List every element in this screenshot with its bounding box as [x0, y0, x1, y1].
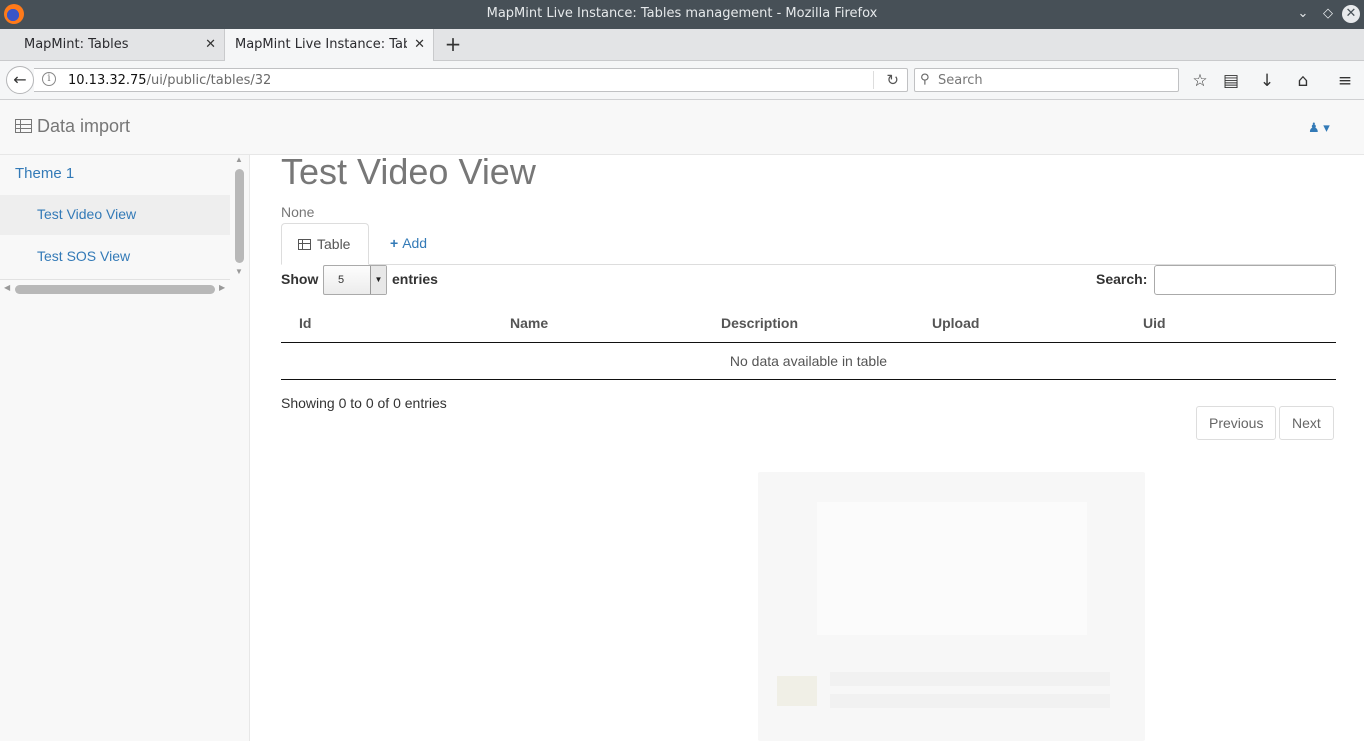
sidebar-theme-link[interactable]: Theme 1	[15, 165, 74, 182]
tab-add[interactable]: + Add	[374, 223, 443, 265]
sidebar-vertical-scrollbar[interactable]: ▲ ▼	[231, 155, 248, 277]
reading-list-icon[interactable]: ▤	[1220, 70, 1242, 92]
chevron-down-icon: ▾	[1323, 120, 1330, 135]
close-tab-icon[interactable]: ✕	[205, 37, 216, 52]
window-title: MapMint Live Instance: Tables management…	[486, 6, 878, 21]
tab-label: MapMint: Tables	[24, 37, 129, 52]
site-info-icon[interactable]: i	[42, 72, 56, 86]
back-button[interactable]: ←	[6, 66, 34, 94]
search-placeholder: Search	[938, 73, 983, 88]
download-icon[interactable]: ↓	[1256, 70, 1278, 92]
empty-table-message: No data available in table	[281, 342, 1336, 380]
url-text: 10.13.32.75/ui/public/tables/32	[68, 73, 272, 88]
scroll-up-icon[interactable]: ▲	[235, 155, 243, 164]
app-header: Data import	[0, 100, 1364, 155]
faded-image	[777, 676, 817, 706]
table-info: Showing 0 to 0 of 0 entries	[281, 395, 447, 411]
entries-per-page-select[interactable]: 5 ▼	[323, 265, 387, 295]
chevron-down-icon[interactable]: ▼	[370, 266, 386, 294]
data-table: Id Name Description Upload Uid No data a…	[281, 305, 1336, 380]
browser-tab-mapmint-tables[interactable]: MapMint: Tables ✕	[0, 29, 224, 61]
table-search-label: Search:	[1096, 271, 1148, 287]
search-icon: ⚲	[920, 72, 930, 87]
user-menu[interactable]: ♟ ▾	[1308, 120, 1338, 136]
brand[interactable]: Data import	[15, 116, 130, 137]
sidebar-item-test-sos-view[interactable]: Test SOS View	[0, 237, 230, 277]
column-header-name[interactable]: Name	[492, 305, 703, 343]
page-title: Test Video View	[281, 151, 536, 192]
minimize-icon[interactable]: ⌄	[1294, 5, 1312, 23]
faded-overlay-card	[758, 472, 1145, 741]
user-icon: ♟	[1308, 120, 1320, 135]
sidebar-horizontal-scrollbar[interactable]: ◀ ▶	[0, 279, 230, 297]
maximize-icon[interactable]: ◇	[1319, 5, 1337, 23]
column-header-id[interactable]: Id	[281, 305, 492, 343]
browser-navbar: i 10.13.32.75/ui/public/tables/32 ↻ ← ⚲ …	[0, 61, 1364, 100]
tab-table[interactable]: Table	[281, 223, 369, 265]
home-icon[interactable]: ⌂	[1292, 70, 1314, 92]
tab-add-label: Add	[402, 235, 428, 251]
browser-tab-tables-management[interactable]: MapMint Live Instance: Tables management…	[224, 29, 434, 62]
tab-label: MapMint Live Instance: Tables management	[235, 37, 407, 52]
brand-label: Data import	[37, 116, 131, 136]
tab-table-label: Table	[317, 236, 351, 252]
scroll-thumb[interactable]	[15, 285, 215, 294]
table-icon	[15, 119, 32, 133]
close-window-icon[interactable]: ✕	[1342, 5, 1360, 23]
window-titlebar: MapMint Live Instance: Tables management…	[0, 0, 1364, 29]
menu-icon[interactable]: ≡	[1334, 70, 1356, 92]
browser-search-input[interactable]: ⚲ Search	[914, 68, 1179, 92]
sidebar: Theme 1 Test Video View Test SOS View ▲ …	[0, 155, 250, 741]
table-row: No data available in table	[281, 342, 1336, 380]
close-tab-icon[interactable]: ✕	[414, 37, 425, 52]
table-header-row: Id Name Description Upload Uid	[281, 305, 1336, 343]
faded-text	[830, 672, 1110, 712]
scroll-down-icon[interactable]: ▼	[235, 267, 243, 276]
new-tab-icon[interactable]: +	[444, 34, 462, 54]
column-header-uid[interactable]: Uid	[1125, 305, 1336, 343]
url-separator	[873, 71, 874, 89]
table-search-input[interactable]	[1154, 265, 1336, 295]
column-header-upload[interactable]: Upload	[914, 305, 1125, 343]
length-prefix: Show	[281, 271, 319, 287]
page-subtitle: None	[281, 204, 315, 220]
length-suffix: entries	[392, 271, 438, 287]
faded-panel	[817, 502, 1087, 635]
star-icon[interactable]: ☆	[1189, 70, 1211, 92]
sidebar-item-test-video-view[interactable]: Test Video View	[0, 195, 230, 235]
select-value: 5	[338, 274, 345, 286]
column-header-description[interactable]: Description	[703, 305, 914, 343]
previous-page-button[interactable]: Previous	[1196, 406, 1277, 440]
plus-icon: +	[390, 235, 399, 251]
browser-tab-strip: MapMint: Tables ✕ MapMint Live Instance:…	[0, 29, 1364, 62]
scroll-right-icon[interactable]: ▶	[219, 283, 225, 292]
table-icon	[298, 239, 311, 250]
url-bar[interactable]: i 10.13.32.75/ui/public/tables/32 ↻	[34, 68, 908, 92]
scroll-left-icon[interactable]: ◀	[4, 283, 10, 292]
scroll-thumb[interactable]	[235, 169, 244, 263]
next-page-button[interactable]: Next	[1279, 406, 1334, 440]
reload-icon[interactable]: ↻	[886, 71, 899, 89]
